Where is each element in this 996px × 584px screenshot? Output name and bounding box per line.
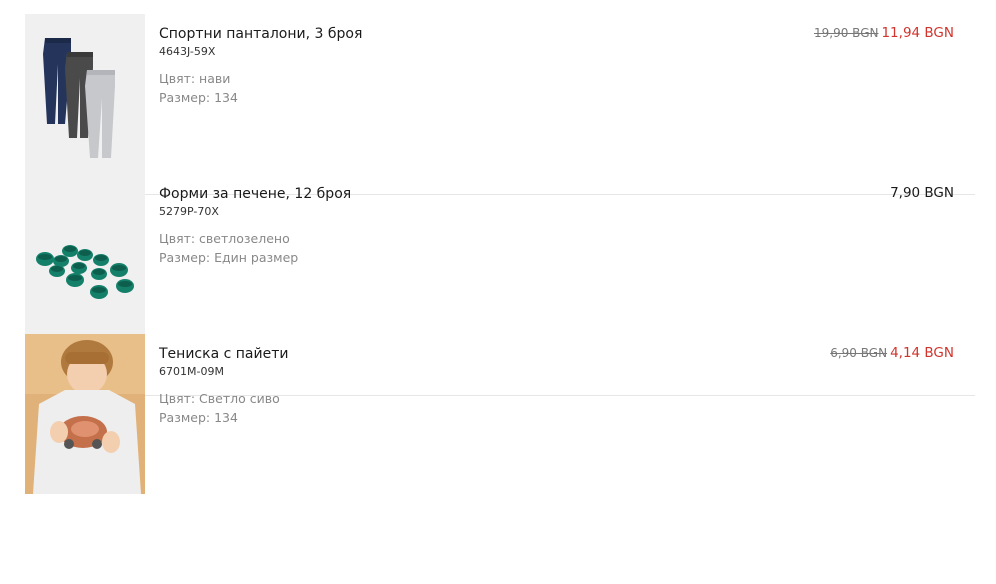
sale-price: 11,94 BGN <box>881 25 954 41</box>
product-color: Цвят: нави <box>159 71 231 86</box>
product-info: Тениска с пайети 6701M-09M Цвят: Светло … <box>159 345 679 427</box>
product-name[interactable]: Тениска с пайети <box>159 345 679 363</box>
sale-price: 4,14 BGN <box>890 345 954 361</box>
product-sku: 4643J-59X <box>159 45 216 58</box>
product-size: Размер: 134 <box>159 90 238 105</box>
product-sku: 5279P-70X <box>159 205 219 218</box>
product-size: Размер: Един размер <box>159 250 299 265</box>
product-color: Цвят: Светло сиво <box>159 391 280 406</box>
product-image-baking-cups[interactable] <box>25 174 145 334</box>
cart-item: Спортни панталони, 3 броя 4643J-59X Цвят… <box>25 14 975 174</box>
product-info: Форми за печене, 12 броя 5279P-70X Цвят:… <box>159 185 679 267</box>
product-price: 6,90 BGN 4,14 BGN <box>830 345 954 361</box>
product-price: 19,90 BGN 11,94 BGN <box>814 25 954 41</box>
product-info: Спортни панталони, 3 броя 4643J-59X Цвят… <box>159 25 679 107</box>
product-name[interactable]: Форми за печене, 12 броя <box>159 185 679 203</box>
old-price: 19,90 BGN <box>814 26 879 40</box>
product-price: 7,90 BGN <box>890 185 954 201</box>
cart-item-list: Спортни панталони, 3 броя 4643J-59X Цвят… <box>25 14 975 494</box>
old-price: 6,90 BGN <box>830 346 888 360</box>
product-image-sweatpants[interactable] <box>25 14 145 174</box>
product-sku: 6701M-09M <box>159 365 224 378</box>
product-image-tshirt[interactable] <box>25 334 145 494</box>
product-size: Размер: 134 <box>159 410 238 425</box>
product-name[interactable]: Спортни панталони, 3 броя <box>159 25 679 43</box>
regular-price: 7,90 BGN <box>890 185 954 201</box>
cart-item: Тениска с пайети 6701M-09M Цвят: Светло … <box>25 334 975 494</box>
cart-item: Форми за печене, 12 броя 5279P-70X Цвят:… <box>25 174 975 334</box>
product-color: Цвят: светлозелено <box>159 231 290 246</box>
